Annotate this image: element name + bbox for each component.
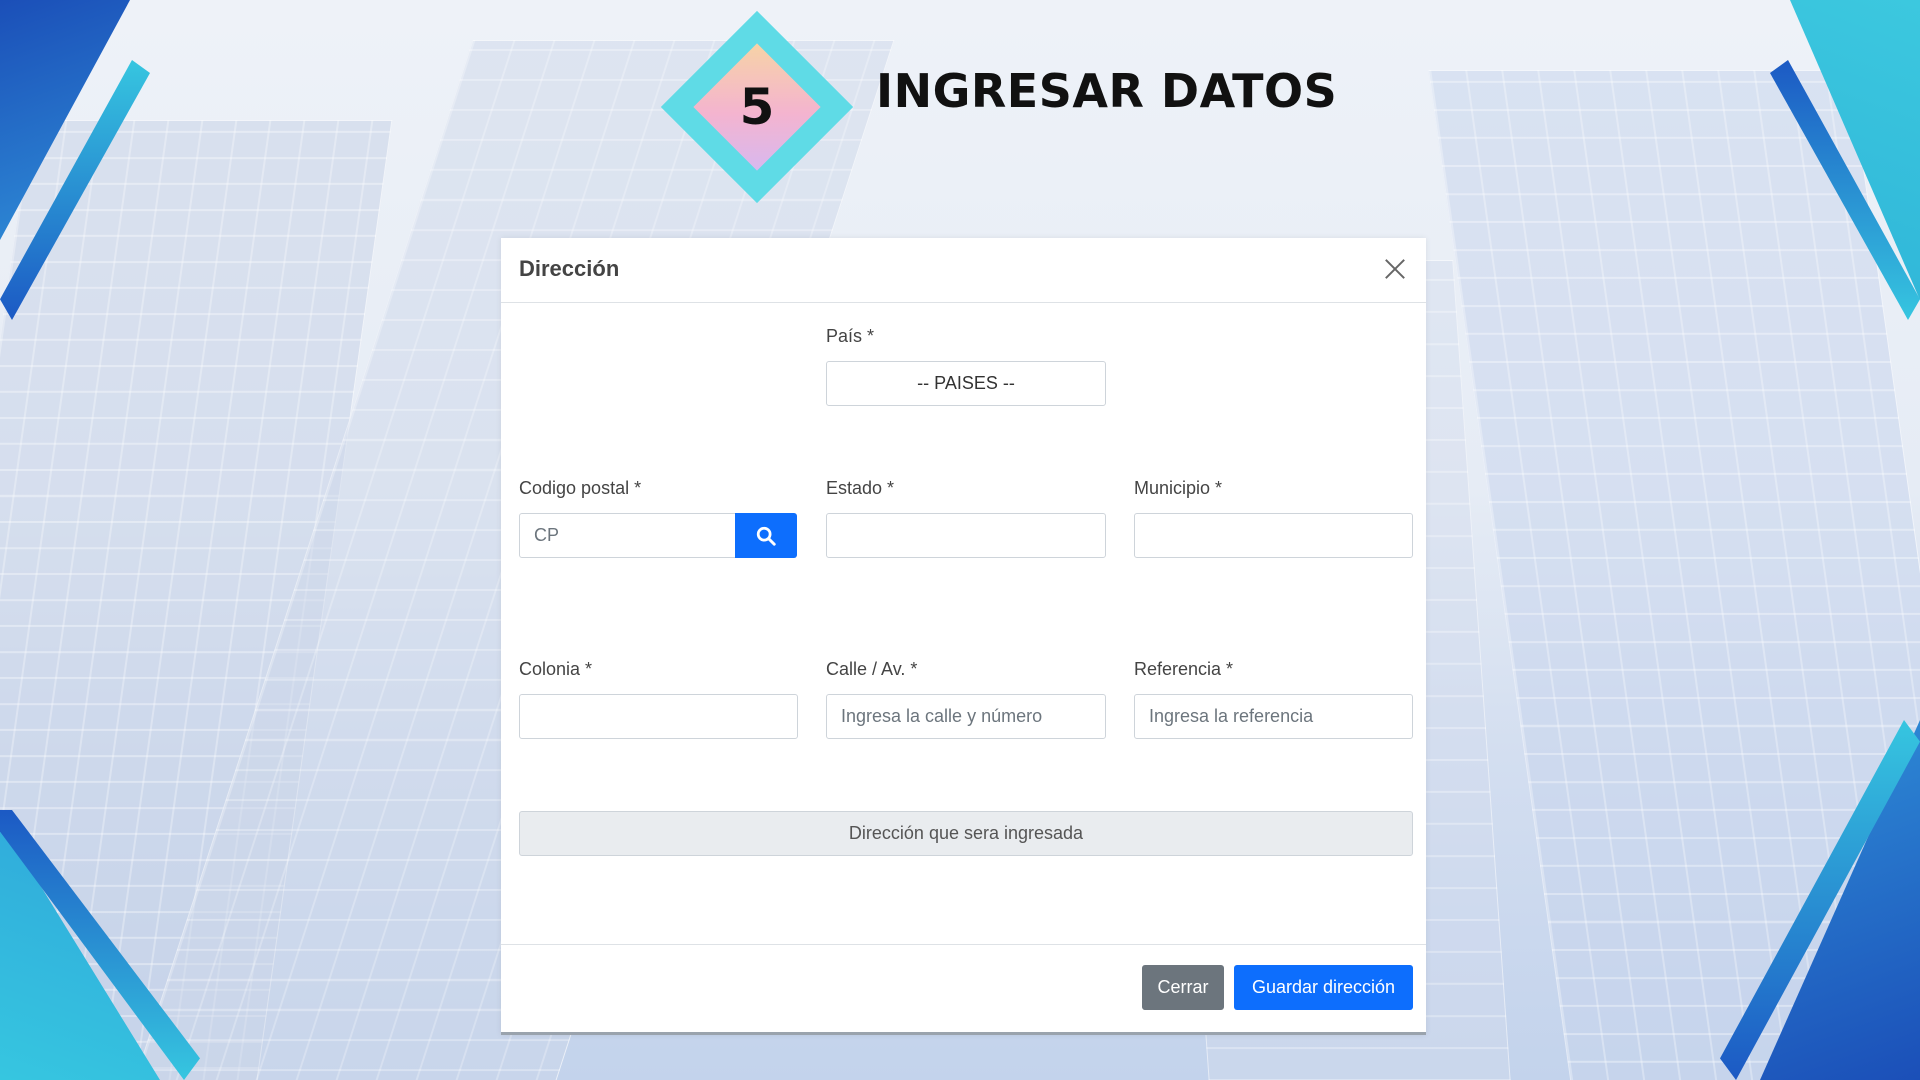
page-title: INGRESAR DATOS <box>876 64 1338 118</box>
guardar-direccion-button[interactable]: Guardar dirección <box>1234 965 1413 1010</box>
slide-background: 5 INGRESAR DATOS Dirección País * -- PAI… <box>0 0 1920 1080</box>
address-summary: Dirección que sera ingresada <box>519 811 1413 856</box>
calle-input[interactable] <box>826 694 1106 739</box>
search-icon <box>756 526 776 546</box>
referencia-label: Referencia * <box>1134 659 1234 679</box>
modal-footer: Cerrar Guardar dirección <box>501 944 1426 1033</box>
address-modal: Dirección País * -- PAISES -- Codigo pos… <box>501 238 1426 1035</box>
step-badge: 5 <box>660 10 854 204</box>
codigo-postal-input[interactable] <box>519 513 739 558</box>
municipio-label: Municipio * <box>1134 478 1223 498</box>
cerrar-button[interactable]: Cerrar <box>1142 965 1224 1010</box>
estado-input[interactable] <box>826 513 1106 558</box>
modal-header: Dirección <box>501 238 1426 303</box>
colonia-input[interactable] <box>519 694 798 739</box>
search-postal-code-button[interactable] <box>735 513 797 558</box>
calle-label: Calle / Av. * <box>826 659 918 679</box>
close-icon[interactable] <box>1378 252 1412 286</box>
estado-label: Estado * <box>826 478 895 498</box>
step-number: 5 <box>739 78 775 136</box>
colonia-label: Colonia * <box>519 659 593 679</box>
referencia-input[interactable] <box>1134 694 1413 739</box>
municipio-input[interactable] <box>1134 513 1413 558</box>
modal-title: Dirección <box>519 256 620 281</box>
pais-select[interactable]: -- PAISES -- <box>826 361 1106 406</box>
codigo-postal-label: Codigo postal * <box>519 478 642 498</box>
pais-label: País * <box>826 326 875 346</box>
